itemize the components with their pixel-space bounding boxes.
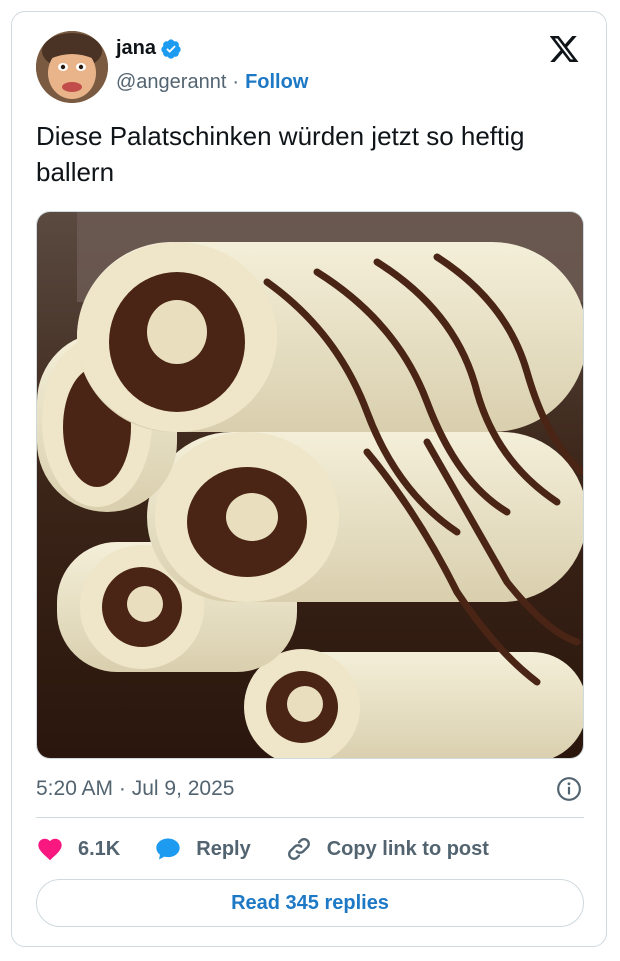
speech-bubble-icon xyxy=(156,838,180,860)
timestamp-row: 5:20 AM · Jul 9, 2025 xyxy=(36,773,584,805)
like-button[interactable]: 6.1K xyxy=(36,835,120,863)
name-row: jana xyxy=(116,37,182,60)
separator-dot: · xyxy=(232,71,240,93)
author-handle[interactable]: @angerannt xyxy=(116,71,226,94)
avatar[interactable] xyxy=(36,31,108,103)
action-bar: 6.1K Reply Copy link to post xyxy=(36,832,489,866)
heart-icon xyxy=(38,838,62,861)
tweet-image[interactable] xyxy=(36,211,584,759)
link-icon xyxy=(287,838,310,860)
divider xyxy=(36,817,584,818)
author-name[interactable]: jana xyxy=(116,37,156,60)
like-count: 6.1K xyxy=(78,837,121,860)
tweet-card: jana @angerannt · Follow Diese Palatschi… xyxy=(11,11,607,947)
handle-row: @angerannt · Follow xyxy=(116,71,308,94)
reply-label: Reply xyxy=(196,837,251,860)
x-logo-icon[interactable] xyxy=(548,33,580,65)
tweet-text: Diese Palatschinken würden jetzt so heft… xyxy=(36,121,525,187)
read-replies-button[interactable]: Read 345 replies xyxy=(36,879,584,927)
tweet-header: jana @angerannt · Follow xyxy=(36,31,586,103)
info-icon[interactable] xyxy=(556,776,582,802)
verified-badge-icon xyxy=(161,38,181,59)
tweet-timestamp[interactable]: 5:20 AM · Jul 9, 2025 xyxy=(36,777,234,800)
follow-button[interactable]: Follow xyxy=(245,71,308,94)
copy-link-label: Copy link to post xyxy=(326,837,489,860)
reply-button[interactable]: Reply xyxy=(154,835,251,863)
crepes-photo xyxy=(37,212,583,758)
copy-link-button[interactable]: Copy link to post xyxy=(285,835,489,863)
